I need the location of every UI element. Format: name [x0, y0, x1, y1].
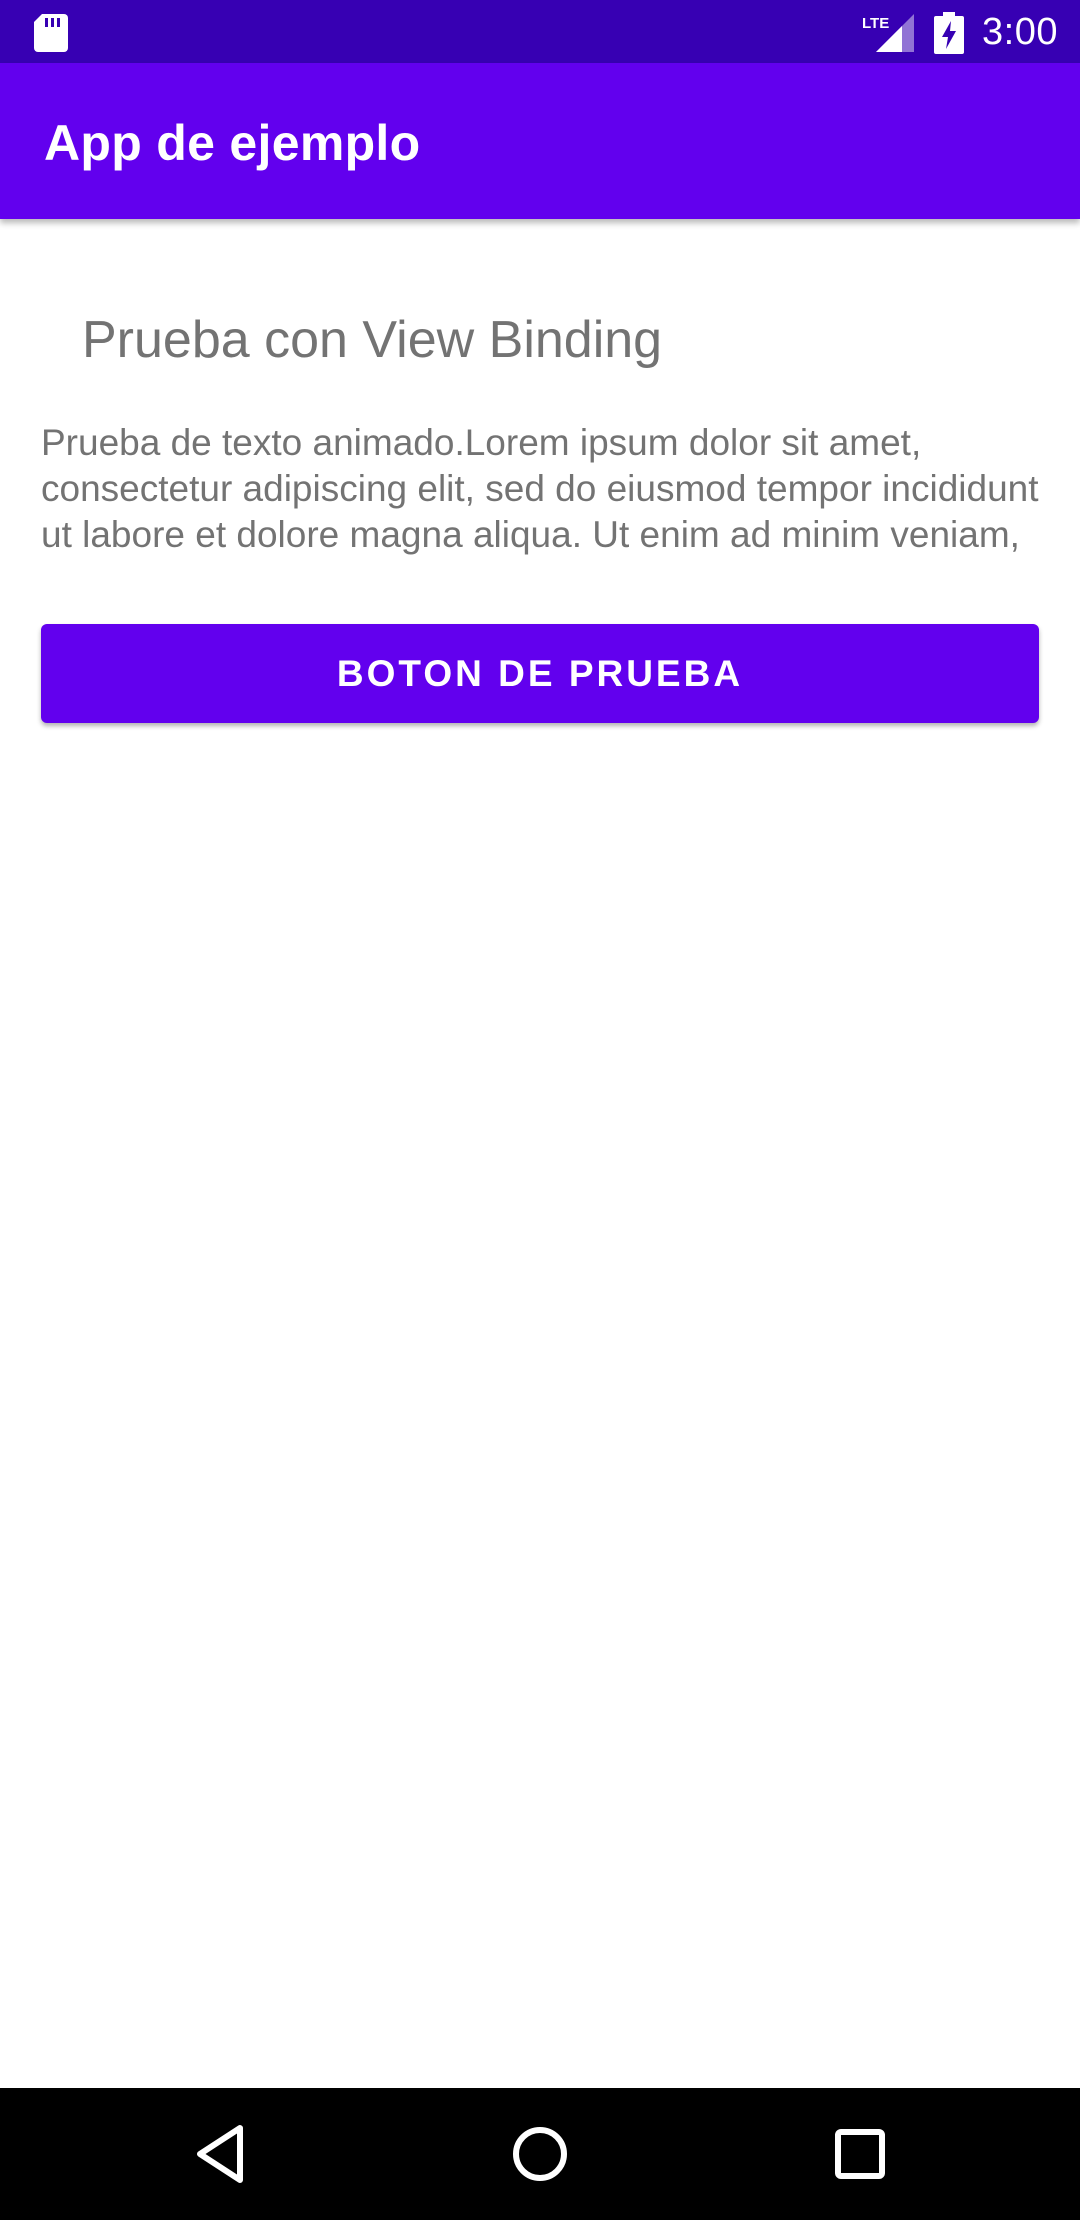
home-icon[interactable]: [500, 2114, 580, 2194]
battery-charging-icon: [934, 12, 964, 54]
animated-body-text: Prueba de texto animado.Lorem ipsum dolo…: [41, 422, 1039, 555]
sd-card-icon: [34, 14, 68, 52]
status-bar: LTE 3:00: [0, 0, 1080, 63]
app-title: App de ejemplo: [44, 115, 421, 171]
test-button[interactable]: BOTON DE PRUEBA: [41, 624, 1039, 723]
page-heading: Prueba con View Binding: [82, 311, 663, 369]
lte-signal-icon: LTE: [862, 14, 914, 52]
back-icon[interactable]: [182, 2114, 262, 2194]
navigation-bar: [0, 2088, 1080, 2220]
app-bar: App de ejemplo: [0, 63, 1080, 219]
app-screen: LTE 3:00 App de ejemplo Prueba con View …: [0, 0, 1080, 2220]
status-time: 3:00: [982, 11, 1058, 53]
lte-label: LTE: [862, 15, 889, 32]
recents-icon[interactable]: [820, 2114, 900, 2194]
